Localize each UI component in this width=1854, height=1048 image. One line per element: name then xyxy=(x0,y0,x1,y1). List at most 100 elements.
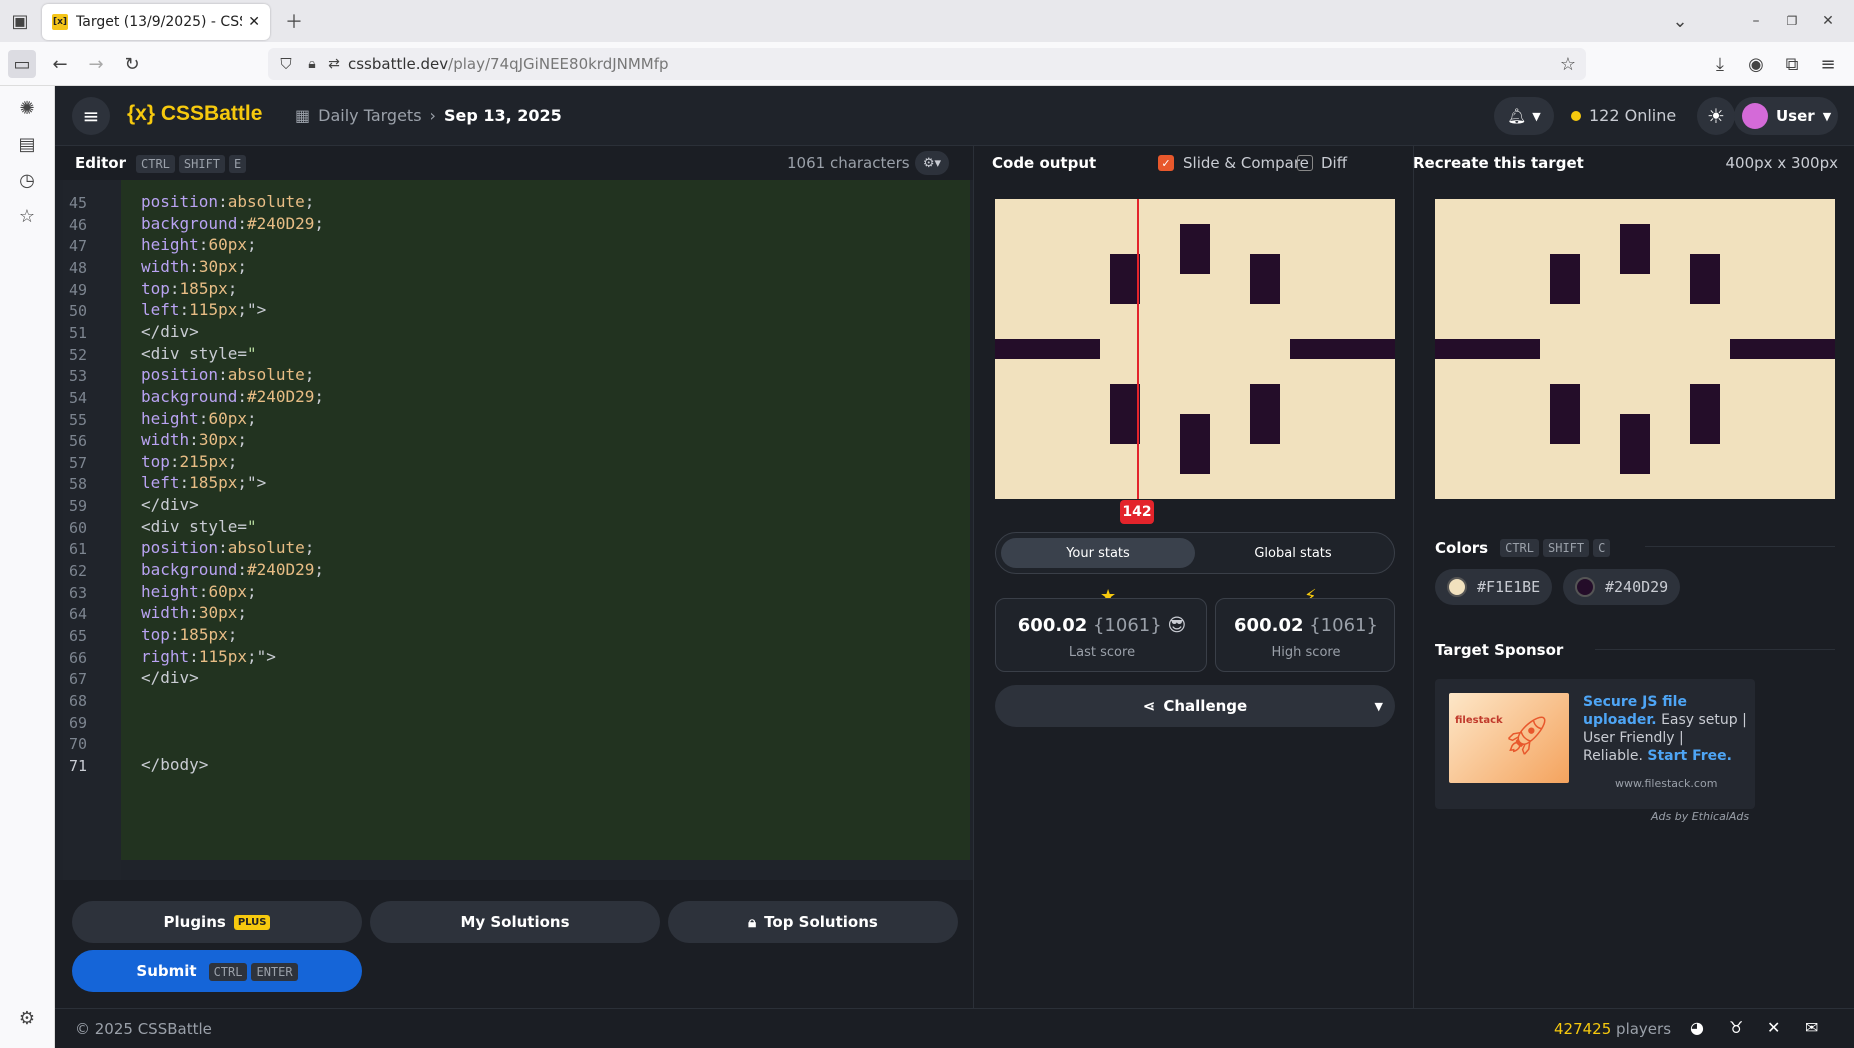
bookmarks-icon[interactable]: ☆ xyxy=(13,202,41,230)
sponsor-ad[interactable]: filestack 🚀︎ Secure JS file uploader. Ea… xyxy=(1435,679,1755,809)
output-shape xyxy=(995,339,1100,359)
last-score-card: 600.02 {1061} 😎 Last score xyxy=(995,598,1207,672)
tab-close-icon[interactable]: ✕ xyxy=(248,14,260,30)
tab-your-stats-label: Your stats xyxy=(1066,545,1130,561)
chevron-down-icon: ▼ xyxy=(1822,109,1832,123)
close-window-icon[interactable]: ✕ xyxy=(1814,7,1842,35)
code-line: </div> xyxy=(141,668,199,688)
tab-global-stats[interactable]: Global stats xyxy=(1196,538,1390,568)
browser-tab-active[interactable]: [x] Target (13/9/2025) - CSSBattle ✕ xyxy=(42,4,270,40)
account-icon[interactable]: ◉ xyxy=(1742,50,1770,78)
code-line: background:#240D29; xyxy=(141,213,325,233)
top-solutions-button[interactable]: 🔒︎ Top Solutions xyxy=(668,901,958,943)
menu-button[interactable]: ≡ xyxy=(72,97,110,135)
code-line: <div style=" xyxy=(141,343,257,363)
reload-icon[interactable]: ↻ xyxy=(118,50,146,78)
kbd-key: CTRL xyxy=(1500,539,1539,557)
target-shape xyxy=(1690,384,1720,444)
tab-overflow-chevron-icon[interactable]: ⌄ xyxy=(1666,7,1694,35)
color-swatch-2[interactable]: #240D29 xyxy=(1563,569,1681,605)
target-size: 400px x 300px xyxy=(1725,154,1838,172)
code-editor[interactable]: 45 position:absolute; 46 background:#240D29… xyxy=(55,180,973,880)
output-shape xyxy=(1250,384,1280,444)
new-tab-icon[interactable]: ＋ xyxy=(280,7,308,35)
app-footer: © 2025 CSSBattle 427425 players ◕ ♉︎ ✕ ✉ xyxy=(55,1008,1854,1048)
my-solutions-button[interactable]: My Solutions xyxy=(370,901,660,943)
code-line: </body> xyxy=(141,754,209,774)
code-line: width:30px; xyxy=(141,430,247,450)
app-menu-icon[interactable]: ≡ xyxy=(1814,50,1842,78)
cssbattle-logo[interactable]: {x} CSSBattle xyxy=(127,102,262,126)
line-number: 60 xyxy=(69,518,88,537)
code-output-canvas[interactable] xyxy=(995,199,1395,499)
bluesky-icon[interactable]: ♉︎ xyxy=(1729,1018,1743,1037)
email-icon[interactable]: ✉ xyxy=(1805,1018,1818,1037)
ad-cta[interactable]: Start Free. xyxy=(1647,748,1732,764)
user-menu-button[interactable]: User ▼ xyxy=(1734,97,1838,135)
history-icon[interactable]: ◷ xyxy=(13,166,41,194)
chevron-right-icon: › xyxy=(429,106,436,125)
diff-label[interactable]: Diff xyxy=(1321,154,1347,172)
restore-icon[interactable]: ❐ xyxy=(1778,7,1806,35)
line-number: 57 xyxy=(69,453,88,472)
breadcrumb-current-date: Sep 13, 2025 xyxy=(443,106,562,125)
code-line: background:#240D29; xyxy=(141,560,325,580)
cssbattle-app: ≡ {x} CSSBattle ▦ Daily Targets › Sep 13… xyxy=(55,86,1854,1048)
last-score-label: Last score xyxy=(1068,645,1136,660)
submit-button[interactable]: Submit CTRL ENTER xyxy=(72,950,362,992)
code-line: right:115px;"> xyxy=(141,646,276,666)
tab-list-icon[interactable]: ▣ xyxy=(6,7,34,35)
minimize-icon[interactable]: – xyxy=(1742,7,1770,35)
ads-by-label[interactable]: Ads by EthicalAds xyxy=(1651,810,1749,823)
tab-your-stats[interactable]: Your stats xyxy=(1001,538,1195,568)
plus-badge: PLUS xyxy=(233,914,271,930)
line-number: 70 xyxy=(69,735,88,754)
online-dot xyxy=(1571,110,1581,121)
chevron-down-icon: ▼ xyxy=(1532,109,1541,123)
target-shape xyxy=(1690,254,1720,304)
challenge-button[interactable]: ⋖ Challenge ▼ xyxy=(995,685,1395,727)
extensions-icon[interactable]: ⧉ xyxy=(1778,50,1806,78)
line-number: 61 xyxy=(69,540,88,559)
colors-shortcut: CTRL SHIFT C xyxy=(1496,538,1611,557)
slide-compare-checkbox[interactable]: ✓ xyxy=(1158,155,1174,171)
x-twitter-icon[interactable]: ✕ xyxy=(1767,1018,1780,1037)
tab-title: Target (13/9/2025) - CSSBattle xyxy=(76,14,242,30)
code-line: top:215px; xyxy=(141,451,238,471)
forward-icon[interactable]: → xyxy=(82,50,110,78)
output-shape xyxy=(1110,254,1140,304)
kbd-key: C xyxy=(1593,539,1611,557)
editor-header: Editor CTRL SHIFT E 1061 characters ⚙▾ xyxy=(55,146,973,180)
code-line: top:185px; xyxy=(141,625,238,644)
ai-chat-icon[interactable]: ✺ xyxy=(13,94,41,122)
diff-checkbox[interactable] xyxy=(1297,155,1313,171)
discord-icon[interactable]: ◕ xyxy=(1690,1018,1704,1037)
submit-shortcut: CTRL ENTER xyxy=(205,962,298,981)
notifications-button[interactable]: 🔔︎ ▼ xyxy=(1494,97,1554,135)
synced-tabs-icon[interactable]: ▤ xyxy=(13,130,41,158)
rocket-icon: 🚀︎ xyxy=(1503,713,1552,757)
sponsor-divider xyxy=(1595,649,1835,650)
url-field[interactable]: ⛉ 🔒︎ ⇄ cssbattle.dev/play/74qJGiNEE80krd… xyxy=(268,48,1586,80)
editor-settings-button[interactable]: ⚙▾ xyxy=(915,151,949,175)
bookmark-star-icon[interactable]: ☆ xyxy=(1554,50,1582,78)
theme-toggle-button[interactable]: ☀ xyxy=(1697,97,1735,135)
color-swatch-1[interactable]: #F1E1BE xyxy=(1435,569,1553,605)
chevron-down-icon[interactable]: ▼ xyxy=(1375,700,1383,713)
slide-compare-label[interactable]: Slide & Compare xyxy=(1183,154,1309,172)
slide-compare-line[interactable] xyxy=(1137,199,1139,499)
code-line: </div> xyxy=(141,321,199,341)
plugins-button[interactable]: Plugins PLUS xyxy=(72,901,362,943)
plugins-label: Plugins xyxy=(163,913,226,931)
downloads-icon[interactable]: ⤓ xyxy=(1706,50,1734,78)
line-number: 62 xyxy=(69,562,88,581)
code-line: background:#240D29; xyxy=(141,386,325,406)
breadcrumb-daily-targets[interactable]: Daily Targets xyxy=(318,106,421,125)
sidebar-toggle-icon[interactable]: ▭ xyxy=(8,50,36,78)
tab-global-stats-label: Global stats xyxy=(1254,545,1332,561)
user-label: User xyxy=(1776,107,1815,125)
output-shape xyxy=(1110,384,1140,444)
back-icon[interactable]: ← xyxy=(46,50,74,78)
url-domain: cssbattle.dev xyxy=(348,55,449,73)
sidebar-settings-icon[interactable]: ⚙ xyxy=(13,1004,41,1032)
